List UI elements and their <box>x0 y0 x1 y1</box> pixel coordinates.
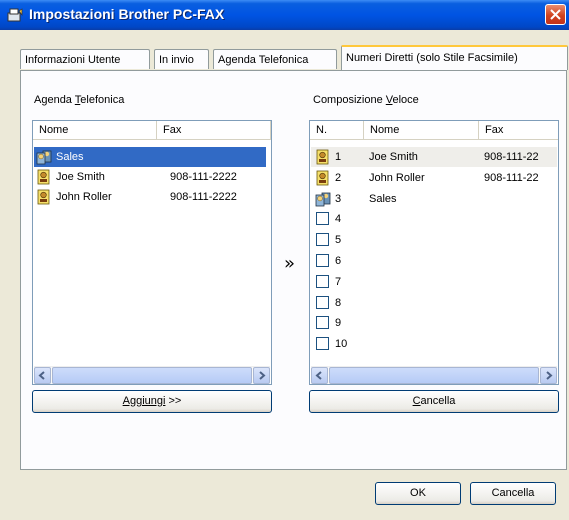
scroll-thumb[interactable] <box>52 367 252 384</box>
contact-name: Sales <box>56 151 84 163</box>
group-icon <box>36 150 52 165</box>
cancel-button[interactable]: Cancella <box>470 482 556 505</box>
scroll-right-button[interactable] <box>540 367 557 384</box>
speed-dial-label: Composizione Veloce <box>313 94 419 106</box>
contact-fax: 908-111-2222 <box>170 191 237 203</box>
list-item[interactable]: 8 <box>311 293 557 313</box>
list-item[interactable]: 9 <box>311 313 557 333</box>
list-item[interactable]: Sales <box>34 147 266 167</box>
slot-number: 6 <box>335 255 342 267</box>
column-header-fax[interactable]: Fax <box>479 121 558 139</box>
column-header-fax[interactable]: Fax <box>157 121 271 139</box>
phonebook-list[interactable]: Nome Fax Sales Joe Smith 908-111-2222 Jo… <box>32 120 272 385</box>
column-header-name[interactable]: Nome <box>33 121 157 139</box>
window-title: Impostazioni Brother PC-FAX <box>29 6 225 22</box>
phonebook-list-header: Nome Fax <box>33 121 271 140</box>
list-item[interactable]: 5 <box>311 230 557 250</box>
empty-slot-icon <box>316 274 329 288</box>
list-item[interactable]: Joe Smith 908-111-2222 <box>34 167 266 187</box>
person-icon <box>316 170 329 186</box>
speed-dial-list-header: N. Nome Fax <box>310 121 558 140</box>
scroll-left-button[interactable] <box>311 367 328 384</box>
list-item[interactable]: 6 <box>311 251 557 271</box>
person-icon <box>37 169 50 185</box>
list-item[interactable]: 3 Sales <box>311 189 557 209</box>
slot-number: 4 <box>335 213 342 226</box>
slot-number: 1 <box>335 151 342 163</box>
tab-sending[interactable]: In invio <box>154 49 209 69</box>
list-item[interactable]: 1 Joe Smith 908-111-22 <box>311 147 557 167</box>
tab-user-info[interactable]: Informazioni Utente <box>20 49 150 69</box>
empty-slot-icon <box>316 254 329 267</box>
horizontal-scrollbar[interactable] <box>34 366 270 384</box>
empty-slot-icon <box>316 233 329 247</box>
empty-slot-icon <box>316 337 329 351</box>
contact-name: Joe Smith <box>56 171 105 183</box>
arrow-right-icon <box>546 371 553 380</box>
add-button[interactable]: Aggiungi >> <box>32 390 272 413</box>
transfer-arrow-icon: » <box>284 253 296 274</box>
column-header-number[interactable]: N. <box>310 121 364 139</box>
slot-number: 5 <box>335 234 342 247</box>
column-header-name[interactable]: Nome <box>364 121 479 139</box>
slot-number: 3 <box>335 192 342 205</box>
settings-dialog: Impostazioni Brother PC-FAX Informazioni… <box>0 0 569 520</box>
contact-fax: 908-111-22 <box>484 151 539 163</box>
list-item[interactable]: 10 <box>311 334 557 354</box>
empty-slot-icon <box>316 316 329 330</box>
horizontal-scrollbar[interactable] <box>311 366 557 384</box>
delete-button[interactable]: Cancella <box>309 390 559 413</box>
contact-fax: 908-111-22 <box>484 171 539 184</box>
fax-app-icon <box>7 8 23 22</box>
arrow-right-icon <box>259 371 266 380</box>
person-icon <box>37 189 50 205</box>
tab-phonebook[interactable]: Agenda Telefonica <box>213 49 337 69</box>
contact-fax: 908-111-2222 <box>170 171 237 183</box>
group-icon <box>315 192 331 206</box>
list-item[interactable]: John Roller 908-111-2222 <box>34 187 266 207</box>
list-item[interactable]: 4 <box>311 209 557 229</box>
empty-slot-icon <box>316 212 329 226</box>
scroll-thumb[interactable] <box>329 367 539 384</box>
list-item[interactable]: 2 John Roller 908-111-22 <box>311 168 557 188</box>
close-button[interactable] <box>545 4 566 25</box>
scroll-right-button[interactable] <box>253 367 270 384</box>
empty-slot-icon <box>316 295 329 309</box>
slot-number: 8 <box>335 296 342 309</box>
person-icon <box>316 149 329 165</box>
contact-name: Sales <box>369 192 397 205</box>
slot-number: 7 <box>335 275 342 288</box>
speed-dial-list[interactable]: N. Nome Fax 1 Joe Smith 908-111-22 2 John Ro… <box>309 120 559 385</box>
slot-number: 9 <box>335 317 342 330</box>
tab-speed-dial[interactable]: Numeri Diretti (solo Stile Facsimile) <box>341 45 568 70</box>
title-bar[interactable]: Impostazioni Brother PC-FAX <box>0 0 569 30</box>
close-icon <box>550 9 561 20</box>
list-item[interactable]: 7 <box>311 272 557 292</box>
slot-number: 10 <box>335 338 348 351</box>
slot-number: 2 <box>335 171 342 184</box>
contact-name: John Roller <box>369 171 425 184</box>
contact-name: Joe Smith <box>369 151 418 163</box>
arrow-left-icon <box>315 371 322 380</box>
phonebook-label: Agenda Telefonica <box>34 94 125 106</box>
ok-button[interactable]: OK <box>375 482 461 505</box>
scroll-left-button[interactable] <box>34 367 51 384</box>
contact-name: John Roller <box>56 191 112 203</box>
arrow-left-icon <box>38 371 45 380</box>
